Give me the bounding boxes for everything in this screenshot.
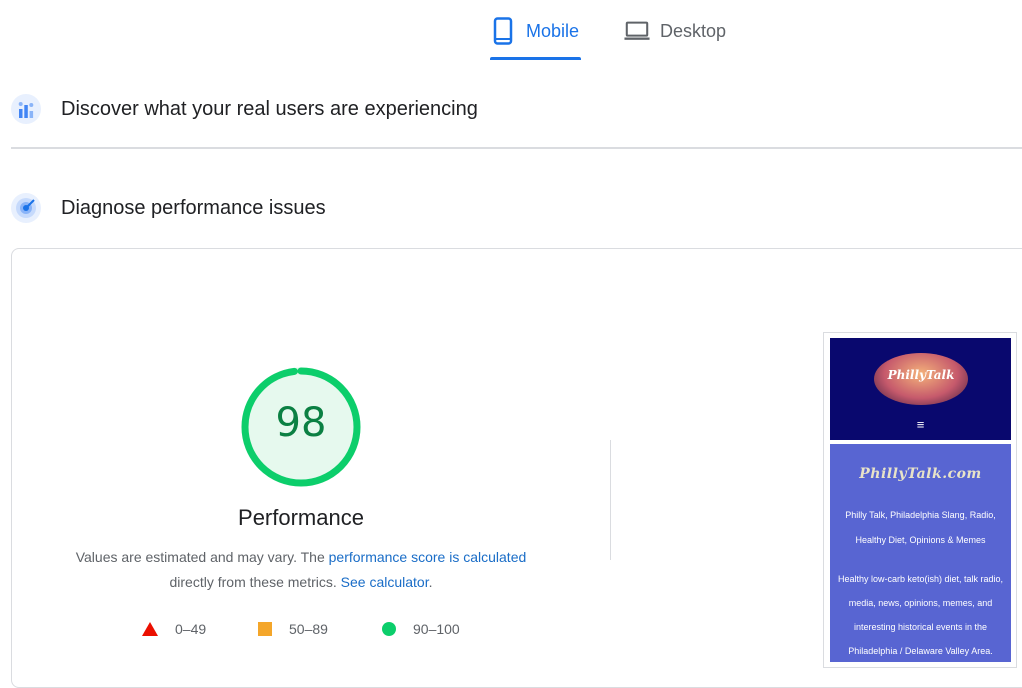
desc-suffix: . — [428, 574, 433, 590]
average-square-icon — [258, 622, 272, 636]
thumbnail-description: Healthy low-carb keto(ish) diet, talk ra… — [837, 574, 1004, 656]
vertical-divider — [610, 440, 611, 560]
real-users-title: Discover what your real users are experi… — [61, 97, 478, 120]
thumbnail-logo-text: PhillyTalk — [887, 368, 955, 382]
see-calculator-link[interactable]: See calculator — [341, 574, 429, 590]
legend-average: 50–89 — [258, 620, 328, 638]
tab-mobile[interactable]: Mobile — [490, 16, 579, 46]
legend-pass: 90–100 — [382, 620, 460, 638]
tab-desktop-label: Desktop — [660, 20, 727, 41]
legend-fail: 0–49 — [142, 620, 206, 638]
tab-mobile-label: Mobile — [526, 20, 580, 41]
desc-prefix: Values are estimated and may vary. The — [75, 549, 329, 565]
section-divider — [11, 147, 1022, 149]
legend-average-label: 50–89 — [289, 621, 328, 637]
fail-triangle-icon — [142, 622, 158, 636]
legend-fail-label: 0–49 — [175, 621, 207, 637]
thumbnail-tagline: Philly Talk, Philadelphia Slang, Radio, … — [845, 510, 996, 545]
thumbnail-brand: PhillyTalk.com — [859, 466, 982, 482]
crux-chart-icon — [10, 93, 42, 125]
device-tabs: Mobile Desktop — [0, 0, 1022, 62]
score-calculated-link[interactable]: performance score is calculated — [329, 549, 527, 565]
hamburger-menu-icon: ≡ — [916, 417, 925, 432]
pass-circle-icon — [382, 622, 396, 636]
tab-desktop[interactable]: Desktop — [624, 16, 726, 46]
diagnose-title: Diagnose performance issues — [61, 196, 326, 219]
laptop-icon — [624, 16, 650, 46]
smartphone-icon — [490, 16, 516, 46]
performance-score: 98 — [275, 400, 327, 446]
legend-pass-label: 90–100 — [413, 621, 460, 637]
performance-title: Performance — [238, 505, 364, 530]
desc-middle: directly from these metrics. — [169, 574, 341, 590]
performance-description: Values are estimated and may vary. The p… — [40, 545, 562, 595]
lab-radar-icon — [10, 192, 42, 224]
active-tab-indicator — [490, 57, 581, 60]
